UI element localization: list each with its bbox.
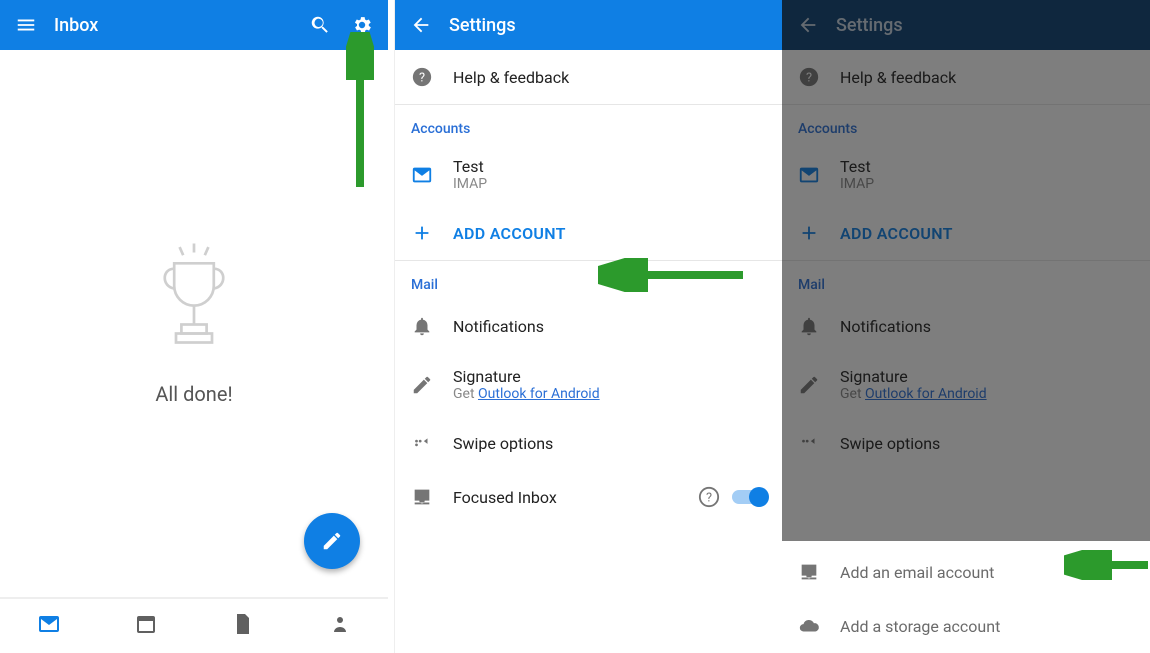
account-row[interactable]: Test IMAP xyxy=(395,143,782,206)
nav-people[interactable] xyxy=(328,612,352,640)
signature-row[interactable]: Signature Get Outlook for Android xyxy=(395,353,782,416)
help-circle-icon: ? xyxy=(411,66,433,88)
inbox-title: Inbox xyxy=(54,15,292,36)
notifications-row[interactable]: Notifications xyxy=(395,299,782,353)
settings-title: Settings xyxy=(449,15,770,36)
nav-calendar[interactable] xyxy=(134,612,158,640)
pencil-icon xyxy=(321,530,343,552)
annotation-arrow-add-account xyxy=(598,258,748,292)
plus-icon xyxy=(411,222,433,244)
compose-fab[interactable] xyxy=(304,513,360,569)
add-account-row[interactable]: ADD ACCOUNT xyxy=(395,206,782,260)
add-storage-label: Add a storage account xyxy=(840,617,1000,636)
svg-text:?: ? xyxy=(419,71,425,86)
pen-icon xyxy=(411,374,433,396)
help-feedback-label: Help & feedback xyxy=(453,68,569,87)
settings-panel: Settings ? Help & feedback Accounts Test… xyxy=(394,0,782,653)
help-feedback-row[interactable]: ? Help & feedback xyxy=(395,50,782,104)
account-type: IMAP xyxy=(453,176,487,192)
empty-text: All done! xyxy=(155,382,232,406)
signature-sub: Get Outlook for Android xyxy=(453,386,600,402)
inbox-icon xyxy=(798,561,820,583)
focused-toggle[interactable] xyxy=(732,490,766,504)
notifications-label: Notifications xyxy=(453,317,544,336)
swipe-label: Swipe options xyxy=(453,434,553,453)
inbox-icon xyxy=(411,486,433,508)
focused-inbox-row[interactable]: Focused Inbox ? xyxy=(395,470,782,524)
svg-text:?: ? xyxy=(706,491,712,506)
nav-files[interactable] xyxy=(231,612,255,640)
bottom-nav xyxy=(0,597,388,653)
outlook-link[interactable]: Outlook for Android xyxy=(478,386,600,402)
menu-icon[interactable] xyxy=(12,11,40,39)
swipe-icon xyxy=(411,432,433,454)
search-icon[interactable] xyxy=(306,11,334,39)
trophy-icon xyxy=(149,242,239,362)
focused-label: Focused Inbox xyxy=(453,488,557,507)
add-account-label: ADD ACCOUNT xyxy=(453,224,566,243)
bell-icon xyxy=(411,315,433,337)
inbox-panel: Inbox All done! xyxy=(0,0,388,653)
settings-appbar: Settings xyxy=(395,0,782,50)
swipe-row[interactable]: Swipe options xyxy=(395,416,782,470)
back-icon[interactable] xyxy=(407,11,435,39)
add-email-label: Add an email account xyxy=(840,563,994,582)
settings-list: ? Help & feedback Accounts Test IMAP ADD… xyxy=(395,50,782,653)
accounts-section-label: Accounts xyxy=(395,105,782,143)
nav-mail[interactable] xyxy=(37,612,61,640)
inbox-appbar: Inbox xyxy=(0,0,388,50)
account-name: Test xyxy=(453,157,487,176)
add-storage-account-row[interactable]: Add a storage account xyxy=(782,599,1150,653)
signature-label: Signature xyxy=(453,367,600,386)
cloud-icon xyxy=(798,615,820,637)
help-icon[interactable]: ? xyxy=(698,486,720,508)
mail-icon xyxy=(411,164,433,186)
annotation-arrow-gear xyxy=(346,32,374,192)
annotation-arrow-add-email xyxy=(1064,550,1150,580)
